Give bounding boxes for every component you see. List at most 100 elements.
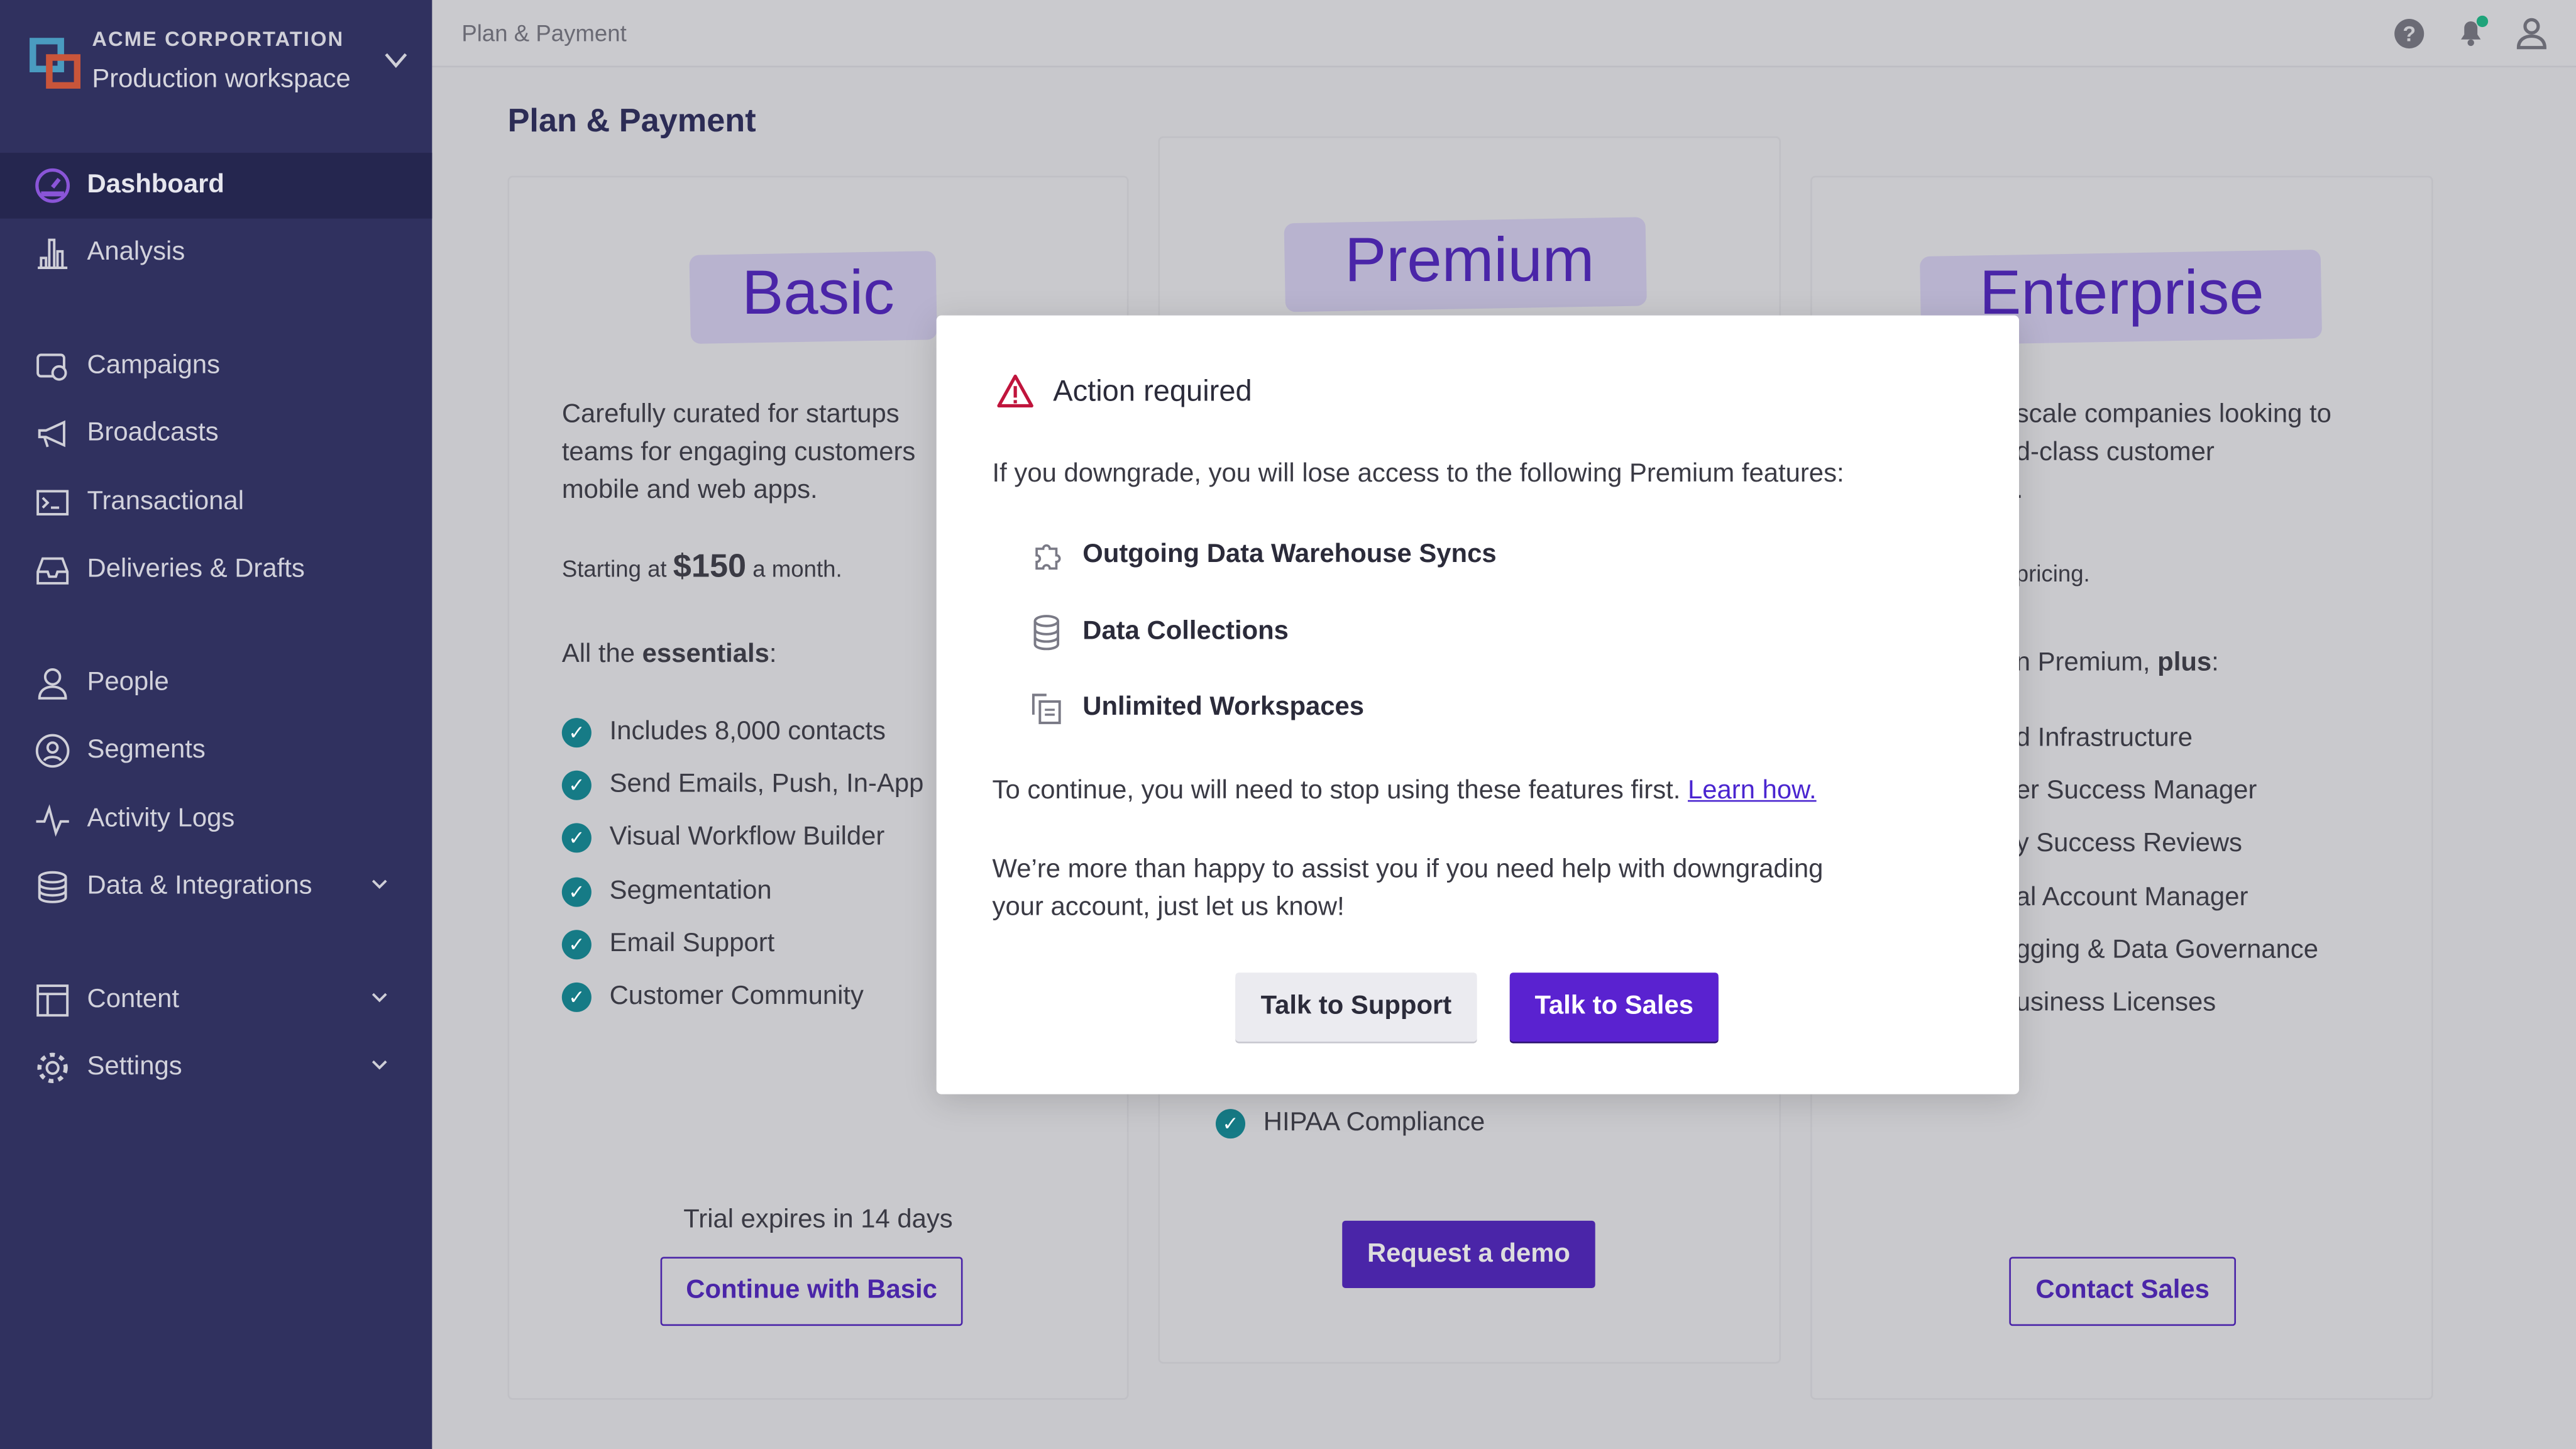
database-icon xyxy=(35,869,70,905)
feature-item: al Account Manager xyxy=(2015,883,2248,912)
bell-icon[interactable] xyxy=(2455,13,2491,49)
sidebar-item-dashboard[interactable]: Dashboard xyxy=(0,153,432,219)
plan-price: Starting at $150 a month. xyxy=(561,548,842,585)
sidebar-item-analysis[interactable]: Analysis xyxy=(0,220,432,286)
action-required-dialog: Action required If you downgrade, you wi… xyxy=(936,315,2019,1094)
features-intro: n Premium, plus: xyxy=(2015,649,2219,677)
plan-description: scale companies looking to xyxy=(2015,400,2331,429)
workspace-switcher[interactable]: Production workspace xyxy=(92,66,350,96)
feature-item: ✓ Customer Community xyxy=(561,982,864,1012)
sidebar-item-campaigns[interactable]: Campaigns xyxy=(0,334,432,400)
plan-description: teams for engaging customers xyxy=(561,438,916,467)
warning-icon xyxy=(997,374,1033,408)
megaphone-icon xyxy=(35,416,70,451)
database-icon xyxy=(1033,615,1060,651)
top-bar: Plan & Payment ? xyxy=(432,0,2576,68)
feature-item: d Infrastructure xyxy=(2015,724,2193,752)
sidebar-item-deliveries-drafts[interactable]: Deliveries & Drafts xyxy=(0,537,432,603)
sidebar-item-label: Activity Logs xyxy=(87,805,235,834)
features-intro: All the essentials: xyxy=(561,641,777,669)
check-icon: ✓ xyxy=(561,982,592,1012)
plan-price: pricing. xyxy=(2015,560,2090,587)
request-demo-button[interactable]: Request a demo xyxy=(1342,1220,1595,1288)
lost-feature-item: Unlimited Workspaces xyxy=(1028,690,1364,726)
trial-notice: Trial expires in 14 days xyxy=(683,1206,953,1234)
sidebar-item-segments[interactable]: Segments xyxy=(0,718,432,784)
check-icon: ✓ xyxy=(561,771,592,801)
plan-description: d-class customer xyxy=(2015,438,2215,467)
dialog-intro: If you downgrade, you will lose access t… xyxy=(992,460,1844,488)
sidebar-item-label: People xyxy=(87,668,169,697)
plan-name: Premium xyxy=(1345,226,1595,296)
organization-name: ACME CORPORTATION xyxy=(92,28,344,52)
check-icon: ✓ xyxy=(1215,1109,1246,1139)
sidebar-item-content[interactable]: Content xyxy=(0,967,432,1033)
help-text: We’re more than happy to assist you if y… xyxy=(992,856,1824,922)
lost-feature-item: Outgoing Data Warehouse Syncs xyxy=(1028,539,1497,571)
learn-how-link[interactable]: Learn how. xyxy=(1688,777,1817,805)
lost-feature-item: Data Collections xyxy=(1028,614,1289,651)
sidebar-item-label: Settings xyxy=(87,1053,182,1081)
feature-item: ✓ Includes 8,000 contacts xyxy=(561,718,886,748)
campaigns-icon xyxy=(35,348,70,384)
chevron-down-icon[interactable] xyxy=(370,1055,389,1074)
chevron-down-icon[interactable] xyxy=(370,874,389,893)
sidebar-item-label: Transactional xyxy=(87,488,244,516)
sidebar: ACME CORPORTATION Production workspace D… xyxy=(0,0,432,1449)
pulse-icon xyxy=(35,802,70,837)
feature-item: ✓ Visual Workflow Builder xyxy=(561,824,884,854)
feature-item: ✓ Send Emails, Push, In-App xyxy=(561,771,923,801)
sidebar-item-transactional[interactable]: Transactional xyxy=(0,470,432,536)
layout-icon xyxy=(35,983,70,1018)
bar-chart-icon xyxy=(35,235,70,271)
workspaces-icon xyxy=(1032,693,1061,724)
sidebar-item-label: Dashboard xyxy=(87,170,224,199)
sidebar-item-settings[interactable]: Settings xyxy=(0,1035,432,1101)
continue-text: To continue, you will need to stop using… xyxy=(992,777,1817,805)
dialog-title: Action required xyxy=(1053,374,1252,408)
chevron-down-icon[interactable] xyxy=(383,51,409,70)
terminal-icon xyxy=(35,485,70,521)
sidebar-item-broadcasts[interactable]: Broadcasts xyxy=(0,401,432,467)
sidebar-item-label: Campaigns xyxy=(87,351,221,380)
feature-item: usiness Licenses xyxy=(2015,989,2216,1017)
user-profile-icon[interactable] xyxy=(2515,16,2548,50)
acme-logo xyxy=(30,38,81,89)
breadcrumb[interactable]: Plan & Payment xyxy=(461,19,626,46)
plan-description: . xyxy=(2015,476,2023,505)
sidebar-item-activity-logs[interactable]: Activity Logs xyxy=(0,787,432,853)
feature-item: ✓ Segmentation xyxy=(561,876,772,906)
svg-text:?: ? xyxy=(2403,22,2416,46)
puzzle-icon xyxy=(1035,544,1061,570)
page-title: Plan & Payment xyxy=(507,103,756,140)
feature-item: er Success Manager xyxy=(2015,777,2257,806)
dashboard-gauge-icon xyxy=(35,168,70,204)
sidebar-item-label: Deliveries & Drafts xyxy=(87,555,305,583)
plan-description: mobile and web apps. xyxy=(561,476,818,505)
check-icon: ✓ xyxy=(561,718,592,748)
feature-item: ✓ Email Support xyxy=(561,929,774,959)
check-icon: ✓ xyxy=(561,824,592,854)
sidebar-item-people[interactable]: People xyxy=(0,651,432,717)
feature-item: y Success Reviews xyxy=(2015,830,2242,859)
feature-item: ✓ HIPAA Compliance xyxy=(1215,1109,1485,1139)
sidebar-item-data-integrations[interactable]: Data & Integrations xyxy=(0,854,432,920)
talk-to-sales-button[interactable]: Talk to Sales xyxy=(1509,972,1719,1042)
person-icon xyxy=(35,665,70,701)
contact-sales-button[interactable]: Contact Sales xyxy=(2009,1257,2236,1326)
sidebar-item-label: Analysis xyxy=(87,238,185,267)
sidebar-item-label: Data & Integrations xyxy=(87,872,312,901)
chevron-down-icon[interactable] xyxy=(370,988,389,1007)
check-icon: ✓ xyxy=(561,929,592,959)
sidebar-item-label: Segments xyxy=(87,736,206,764)
sidebar-item-label: Broadcasts xyxy=(87,419,219,447)
plan-description: Carefully curated for startups xyxy=(561,400,900,429)
check-icon: ✓ xyxy=(561,876,592,906)
gear-icon xyxy=(35,1050,70,1086)
talk-to-support-button[interactable]: Talk to Support xyxy=(1235,972,1477,1042)
segments-icon xyxy=(35,733,70,769)
sidebar-item-label: Content xyxy=(87,986,179,1014)
inbox-icon xyxy=(35,552,70,588)
continue-with-basic-button[interactable]: Continue with Basic xyxy=(660,1257,963,1326)
help-icon[interactable]: ? xyxy=(2394,18,2425,50)
